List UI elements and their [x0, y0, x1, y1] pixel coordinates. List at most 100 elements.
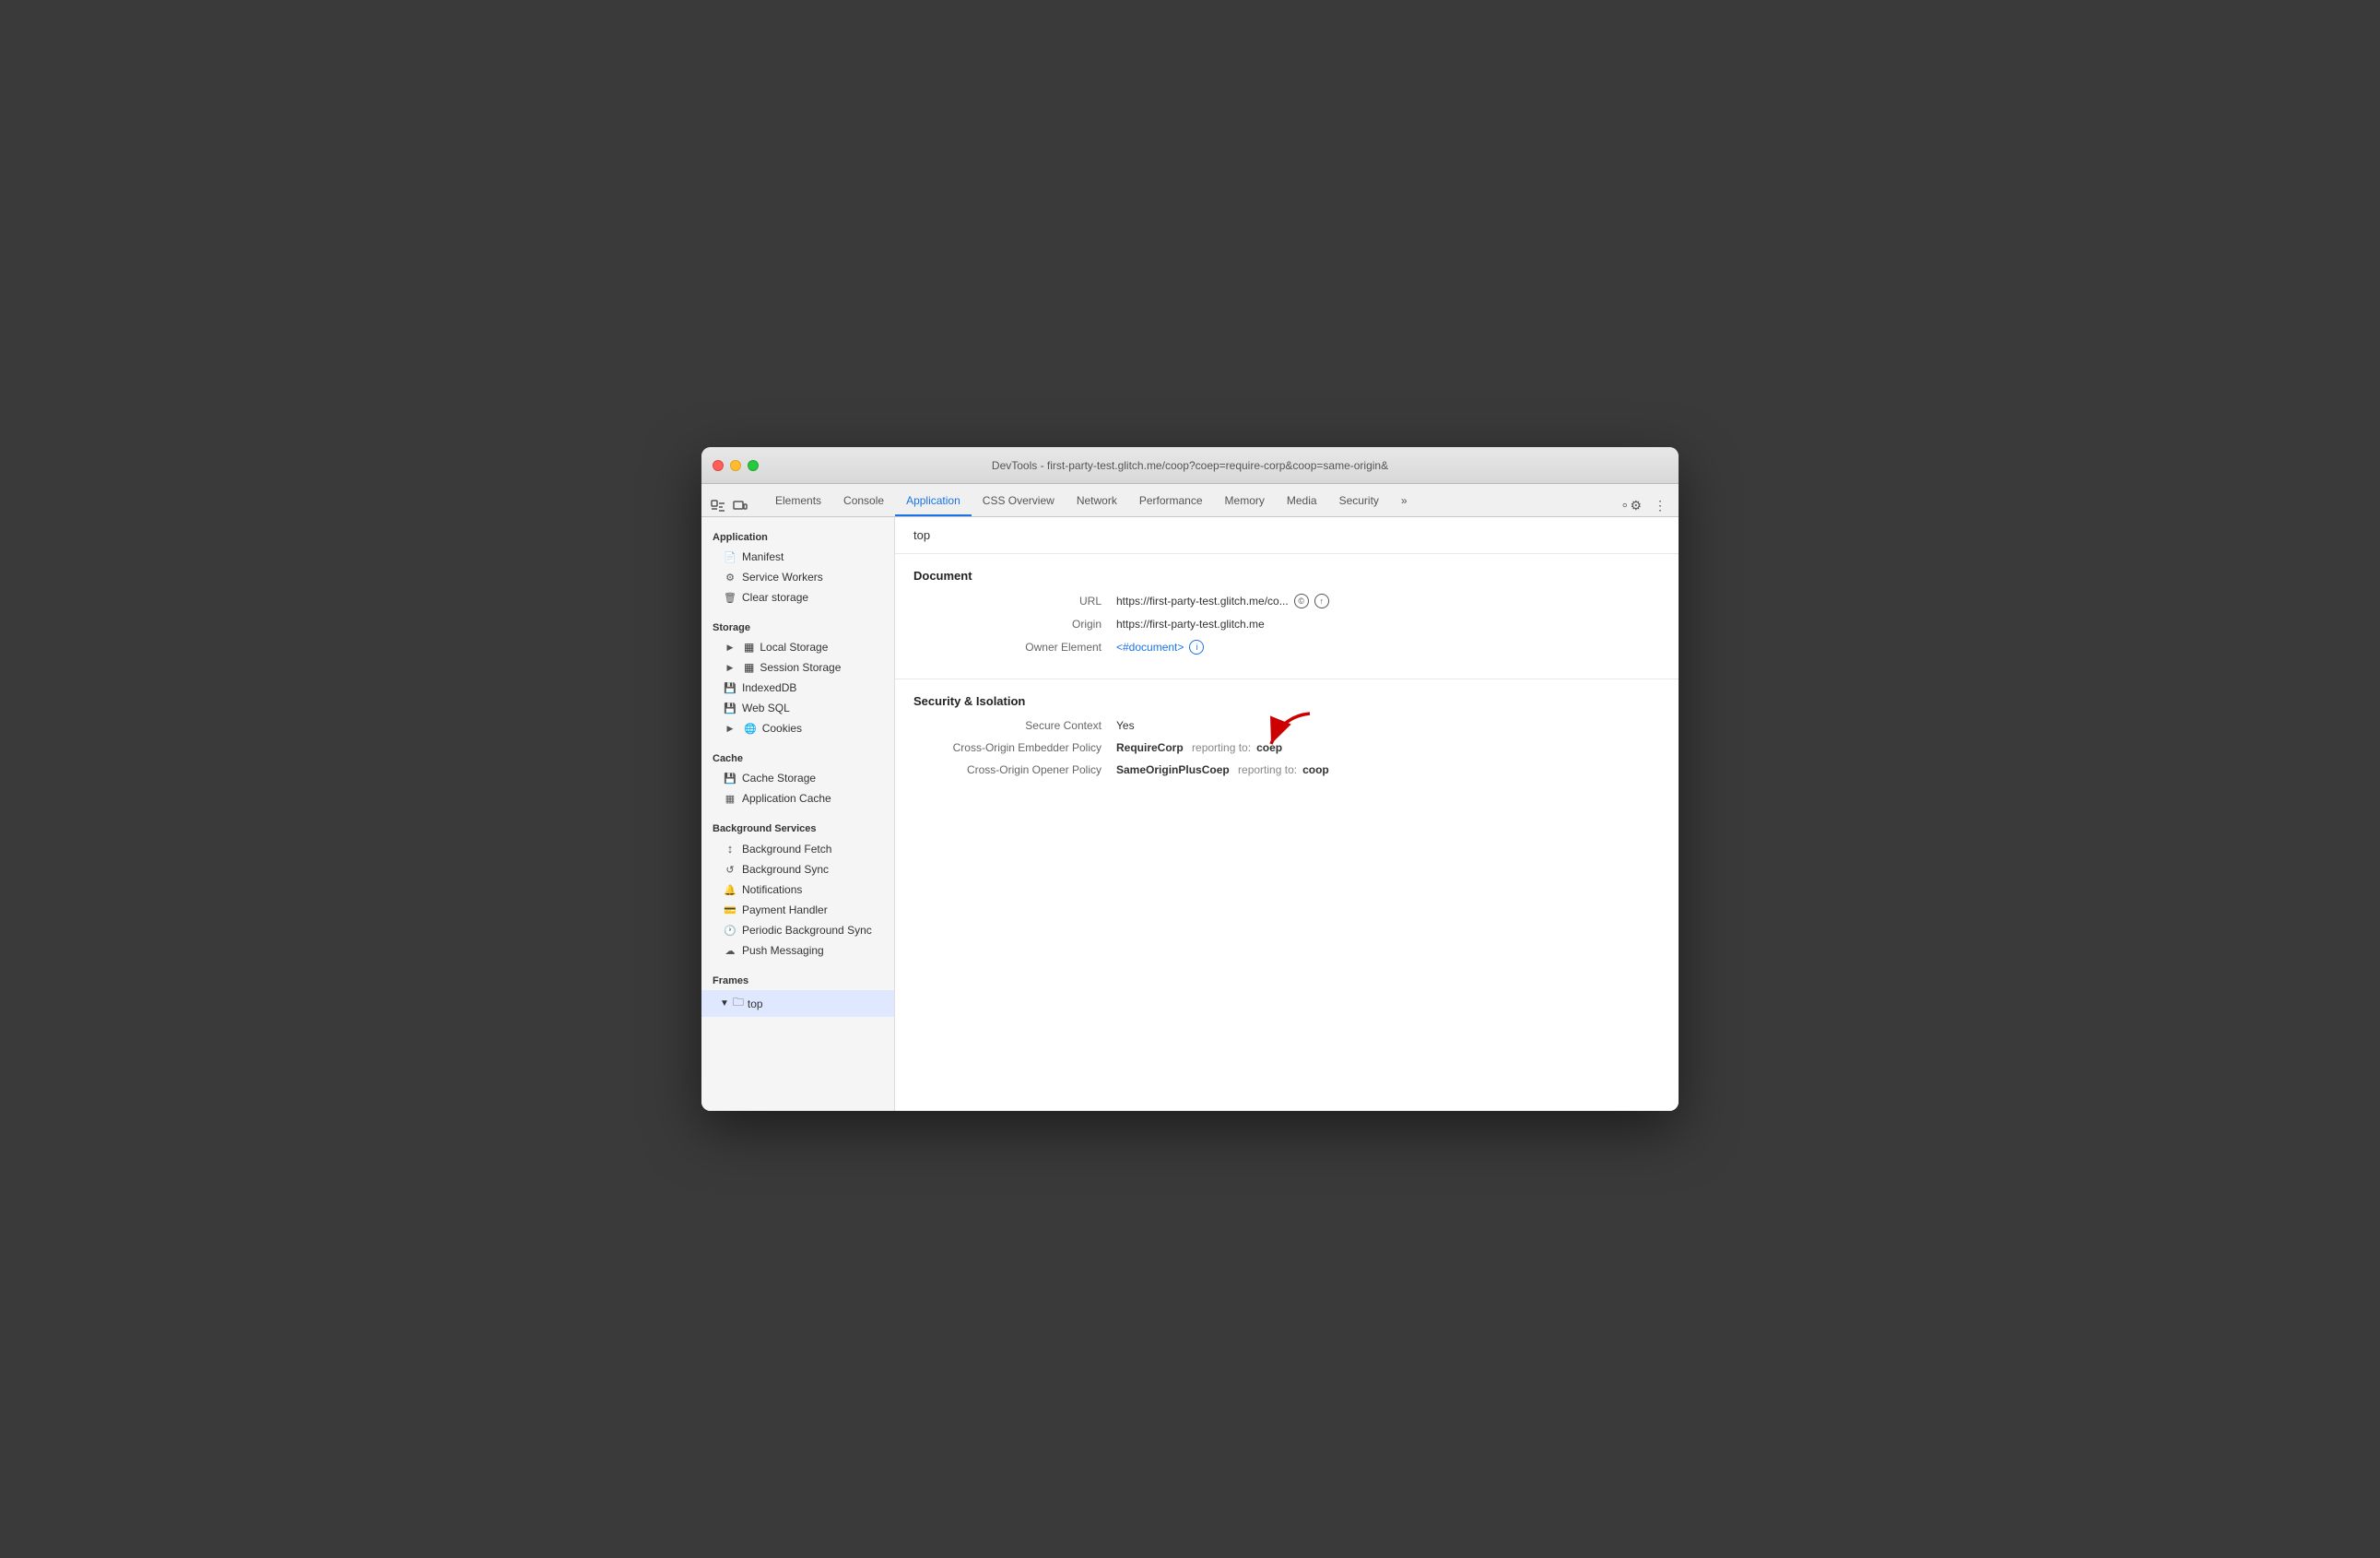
secure-context-value: Yes [1116, 719, 1135, 732]
security-section: Security & Isolation Secure Context Yes … [895, 679, 1679, 800]
url-field-value: https://first-party-test.glitch.me/co...… [1116, 594, 1329, 608]
content-header-title: top [913, 528, 1660, 542]
coep-field-value: RequireCorp reporting to: coep [1116, 741, 1282, 754]
coop-field-label: Cross-Origin Opener Policy [913, 763, 1116, 776]
session-storage-expand-icon: ▶ [724, 663, 736, 673]
cache-storage-icon: 💾 [724, 773, 736, 785]
sidebar-item-cookies[interactable]: ▶ 🌐 Cookies [701, 718, 894, 738]
tab-security[interactable]: Security [1328, 488, 1390, 516]
web-sql-icon: 💾 [724, 702, 736, 714]
sidebar-item-session-storage[interactable]: ▶ ▦ Session Storage [701, 657, 894, 678]
origin-field-label: Origin [913, 618, 1116, 631]
devtools-icons [709, 498, 749, 516]
payment-handler-icon: 💳 [724, 904, 736, 916]
inspect-icon[interactable] [709, 498, 727, 516]
maximize-button[interactable] [748, 460, 759, 471]
coep-reporting-label: reporting to: [1189, 741, 1251, 754]
content-header: top [895, 517, 1679, 554]
coep-policy-value: RequireCorp [1116, 741, 1184, 754]
sidebar-item-service-workers-label: Service Workers [742, 571, 823, 584]
window-title: DevTools - first-party-test.glitch.me/co… [992, 459, 1388, 472]
sidebar-item-local-storage[interactable]: ▶ ▦ Local Storage [701, 637, 894, 657]
url-field-row: URL https://first-party-test.glitch.me/c… [913, 594, 1660, 608]
security-section-title: Security & Isolation [913, 694, 1660, 708]
clear-storage-icon: 🗑 [724, 592, 736, 604]
device-toggle-icon[interactable] [731, 498, 749, 516]
sidebar-item-cache-storage-label: Cache Storage [742, 772, 816, 785]
notifications-icon: 🔔 [724, 884, 736, 896]
sidebar-item-top-frame[interactable]: ▼ 🗀 top [701, 990, 894, 1017]
tab-css-overview[interactable]: CSS Overview [972, 488, 1066, 516]
owner-element-link[interactable]: <#document> [1116, 641, 1184, 654]
url-value-text: https://first-party-test.glitch.me/co... [1116, 595, 1289, 608]
session-storage-grid-icon: ▦ [744, 661, 754, 674]
origin-field-row: Origin https://first-party-test.glitch.m… [913, 618, 1660, 631]
traffic-lights [713, 460, 759, 471]
sidebar-item-web-sql[interactable]: 💾 Web SQL [701, 698, 894, 718]
owner-element-field-label: Owner Element [913, 641, 1116, 654]
minimize-button[interactable] [730, 460, 741, 471]
sidebar-item-application-cache[interactable]: ▦ Application Cache [701, 788, 894, 809]
sidebar-item-background-sync[interactable]: ↺ Background Sync [701, 859, 894, 879]
manifest-icon: 📄 [724, 551, 736, 563]
sidebar-item-service-workers[interactable]: ⚙ Service Workers [701, 567, 894, 587]
sidebar-item-manifest[interactable]: 📄 Manifest [701, 547, 894, 567]
periodic-bg-sync-icon: 🕐 [724, 925, 736, 937]
sidebar: Application 📄 Manifest ⚙ Service Workers… [701, 517, 895, 1111]
sidebar-item-notifications[interactable]: 🔔 Notifications [701, 879, 894, 900]
content-panel: top Document URL https://first-party-tes… [895, 517, 1679, 1111]
sidebar-item-indexeddb-label: IndexedDB [742, 681, 796, 694]
coop-reporting-label: reporting to: [1235, 763, 1297, 776]
document-section: Document URL https://first-party-test.gl… [895, 554, 1679, 679]
red-arrow-annotation [1264, 709, 1319, 755]
background-sync-icon: ↺ [724, 864, 736, 876]
tab-console[interactable]: Console [832, 488, 895, 516]
background-fetch-icon: ↕ [724, 842, 736, 856]
sidebar-item-clear-storage-label: Clear storage [742, 591, 808, 604]
sidebar-item-background-fetch[interactable]: ↕ Background Fetch [701, 838, 894, 859]
sidebar-item-cache-storage[interactable]: 💾 Cache Storage [701, 768, 894, 788]
origin-value-text: https://first-party-test.glitch.me [1116, 618, 1265, 631]
sidebar-item-web-sql-label: Web SQL [742, 702, 790, 714]
sidebar-item-manifest-label: Manifest [742, 550, 784, 563]
tab-performance[interactable]: Performance [1128, 488, 1214, 516]
cookies-expand-icon: ▶ [724, 724, 736, 734]
tab-network[interactable]: Network [1066, 488, 1128, 516]
coep-field-label: Cross-Origin Embedder Policy [913, 741, 1116, 754]
close-button[interactable] [713, 460, 724, 471]
coep-field-row: Cross-Origin Embedder Policy RequireCorp… [913, 741, 1660, 754]
indexeddb-icon: 💾 [724, 682, 736, 694]
sidebar-item-push-messaging-label: Push Messaging [742, 944, 824, 957]
tabbar: Elements Console Application CSS Overvie… [701, 484, 1679, 517]
origin-field-value: https://first-party-test.glitch.me [1116, 618, 1265, 631]
tab-media[interactable]: Media [1276, 488, 1328, 516]
sidebar-section-application: Application [701, 525, 894, 547]
tab-elements[interactable]: Elements [764, 488, 832, 516]
sidebar-item-payment-handler-label: Payment Handler [742, 903, 828, 916]
settings-button[interactable]: ⚙ [1620, 494, 1642, 516]
sidebar-item-periodic-bg-sync[interactable]: 🕐 Periodic Background Sync [701, 920, 894, 940]
sidebar-item-local-storage-label: Local Storage [760, 641, 828, 654]
local-storage-grid-icon: ▦ [744, 641, 754, 654]
devtools-window: DevTools - first-party-test.glitch.me/co… [701, 447, 1679, 1111]
url-navigate-icon[interactable]: ↑ [1314, 594, 1329, 608]
sidebar-item-indexeddb[interactable]: 💾 IndexedDB [701, 678, 894, 698]
sidebar-item-push-messaging[interactable]: ☁ Push Messaging [701, 940, 894, 961]
sidebar-item-clear-storage[interactable]: 🗑 Clear storage [701, 587, 894, 608]
cookies-globe-icon: 🌐 [744, 723, 757, 735]
url-copy-icon[interactable]: © [1294, 594, 1309, 608]
sidebar-item-payment-handler[interactable]: 💳 Payment Handler [701, 900, 894, 920]
tab-application[interactable]: Application [895, 488, 972, 516]
tab-more[interactable]: » [1390, 488, 1419, 516]
tab-memory[interactable]: Memory [1214, 488, 1276, 516]
sidebar-item-session-storage-label: Session Storage [760, 661, 841, 674]
owner-element-info-icon[interactable]: i [1189, 640, 1204, 655]
tabbar-right: ⚙ ⋮ [1620, 494, 1671, 516]
sidebar-section-frames: Frames [701, 968, 894, 990]
secure-context-field-label: Secure Context [913, 719, 1116, 732]
secure-context-field-value: Yes [1116, 719, 1135, 732]
more-options-button[interactable]: ⋮ [1649, 494, 1671, 516]
sidebar-section-background: Background Services [701, 816, 894, 838]
local-storage-expand-icon: ▶ [724, 643, 736, 653]
sidebar-item-background-sync-label: Background Sync [742, 863, 829, 876]
